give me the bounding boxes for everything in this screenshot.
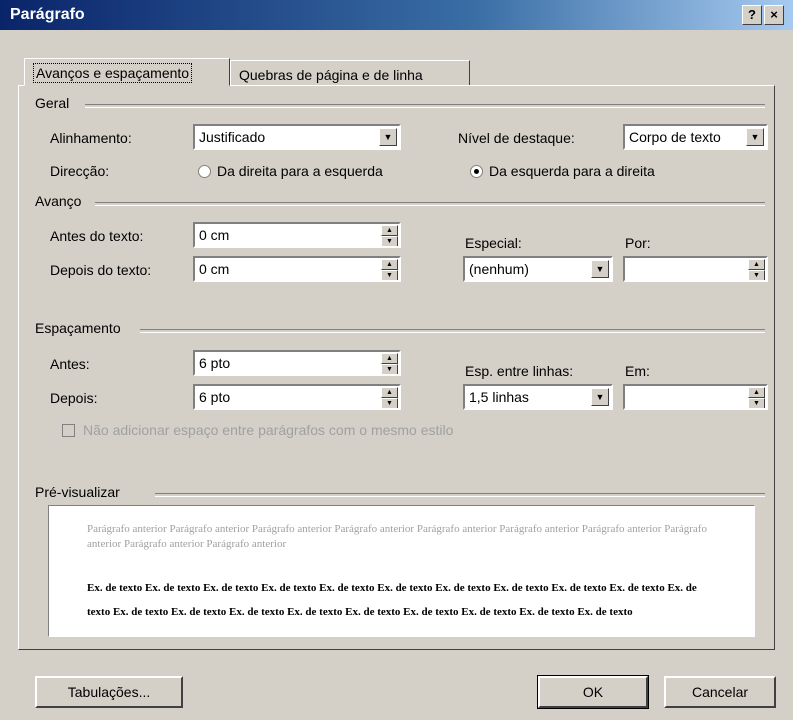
preview-prior-paragraph: Parágrafo anterior Parágrafo anterior Pa… — [87, 523, 707, 550]
chevron-down-icon[interactable]: ▼ — [379, 128, 397, 146]
preview-box: Parágrafo anterior Parágrafo anterior Pa… — [48, 505, 755, 637]
separator — [85, 104, 765, 108]
direction-label: Direcção: — [50, 163, 110, 179]
spin-down-icon[interactable]: ▼ — [381, 364, 398, 374]
at-input[interactable]: ▲ ▼ — [623, 384, 768, 410]
checkbox-icon[interactable] — [62, 424, 75, 437]
spin-buttons[interactable]: ▲ ▼ — [748, 259, 765, 280]
separator — [140, 329, 765, 333]
spin-buttons[interactable]: ▲ ▼ — [381, 259, 398, 280]
spacing-before-input[interactable]: 6 pto ▲ ▼ — [193, 350, 401, 376]
spin-up-icon[interactable]: ▲ — [381, 353, 398, 364]
no-space-checkbox[interactable]: Não adicionar espaço entre parágrafos co… — [62, 422, 453, 438]
spin-buttons[interactable]: ▲ ▼ — [748, 387, 765, 408]
indent-after-label: Depois do texto: — [50, 262, 152, 278]
indent-after-input[interactable]: 0 cm ▲ ▼ — [193, 256, 401, 282]
special-label: Especial: — [465, 235, 522, 251]
spin-down-icon[interactable]: ▼ — [381, 236, 398, 246]
alignment-select[interactable]: Justificado ▼ — [193, 124, 401, 150]
line-spacing-label: Esp. entre linhas: — [465, 363, 574, 379]
radio-button-selected-icon[interactable] — [470, 165, 483, 178]
cancel-button[interactable]: Cancelar — [664, 676, 776, 708]
group-preview-label: Pré-visualizar — [35, 484, 120, 500]
by-input[interactable]: ▲ ▼ — [623, 256, 768, 282]
separator — [155, 493, 765, 497]
tab-indents-spacing[interactable]: Avanços e espaçamento — [24, 58, 230, 86]
ok-button[interactable]: OK — [537, 675, 649, 709]
indent-before-label: Antes do texto: — [50, 228, 144, 244]
spin-up-icon[interactable]: ▲ — [748, 387, 765, 398]
group-indent-label: Avanço — [35, 193, 82, 209]
special-select[interactable]: (nenhum) ▼ — [463, 256, 613, 282]
spacing-before-label: Antes: — [50, 356, 90, 372]
chevron-down-icon[interactable]: ▼ — [591, 260, 609, 278]
radio-rtl[interactable]: Da direita para a esquerda — [198, 163, 383, 179]
indent-before-input[interactable]: 0 cm ▲ ▼ — [193, 222, 401, 248]
spin-down-icon[interactable]: ▼ — [748, 270, 765, 280]
spin-down-icon[interactable]: ▼ — [381, 398, 398, 408]
line-spacing-select[interactable]: 1,5 linhas ▼ — [463, 384, 613, 410]
help-button[interactable]: ? — [742, 5, 762, 25]
spin-buttons[interactable]: ▲ ▼ — [381, 353, 398, 374]
radio-button-icon[interactable] — [198, 165, 211, 178]
spacing-after-input[interactable]: 6 pto ▲ ▼ — [193, 384, 401, 410]
at-label: Em: — [625, 363, 650, 379]
spin-up-icon[interactable]: ▲ — [748, 259, 765, 270]
tabs-button[interactable]: Tabulações... — [35, 676, 183, 708]
window-title: Parágrafo — [10, 6, 85, 23]
separator — [95, 202, 765, 206]
spin-down-icon[interactable]: ▼ — [381, 270, 398, 280]
close-button[interactable]: × — [764, 5, 784, 25]
spin-up-icon[interactable]: ▲ — [381, 225, 398, 236]
spin-up-icon[interactable]: ▲ — [381, 259, 398, 270]
chevron-down-icon[interactable]: ▼ — [746, 128, 764, 146]
group-general-label: Geral — [35, 95, 70, 111]
chevron-down-icon[interactable]: ▼ — [591, 388, 609, 406]
title-bar: Parágrafo ? × — [0, 0, 793, 30]
by-label: Por: — [625, 235, 651, 251]
tab-line-page-breaks[interactable]: Quebras de página e de linha — [230, 60, 470, 86]
outline-level-label: Nível de destaque: — [458, 130, 575, 146]
preview-sample-text: Ex. de texto Ex. de texto Ex. de texto E… — [87, 582, 697, 618]
spin-up-icon[interactable]: ▲ — [381, 387, 398, 398]
spacing-after-label: Depois: — [50, 390, 98, 406]
spin-buttons[interactable]: ▲ ▼ — [381, 387, 398, 408]
group-spacing-label: Espaçamento — [35, 320, 121, 336]
spin-down-icon[interactable]: ▼ — [748, 398, 765, 408]
spin-buttons[interactable]: ▲ ▼ — [381, 225, 398, 246]
alignment-label: Alinhamento: — [50, 130, 132, 146]
outline-level-select[interactable]: Corpo de texto ▼ — [623, 124, 768, 150]
radio-ltr[interactable]: Da esquerda para a direita — [470, 163, 655, 179]
